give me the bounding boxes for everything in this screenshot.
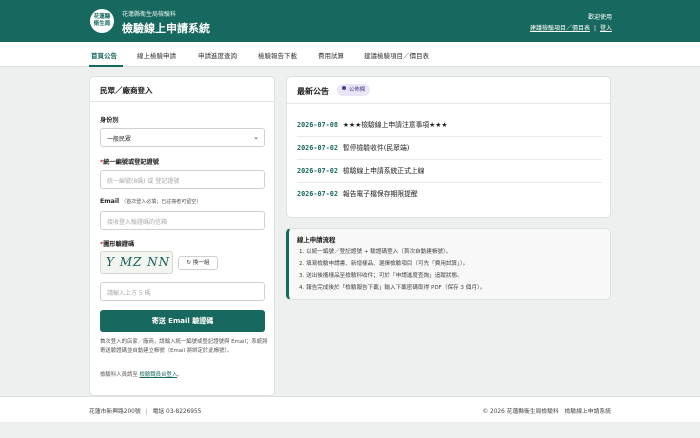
announcement-item[interactable]: 2026-07-02 暫停檢驗收件(民眾端) [297, 137, 602, 160]
login-card: 民眾／廠商登入 身份別 一般民眾 ⌄ *統一編號或登記證號 統一編號(8碼) 或… [89, 76, 275, 396]
captcha-label-text: 圖形驗證碼 [103, 241, 135, 248]
application-process-box: 線上申請流程 1. 以統一編號／登記證號 + 驗證碼登入（首次自動建帳號）。 2… [286, 228, 611, 300]
welcome-text: 歡迎使用 [587, 14, 612, 21]
footer-address: 花蓮市新興路200號 [89, 409, 141, 415]
captcha-text: Y MZ NN [106, 255, 171, 269]
main-nav: 首頁公告 線上檢驗申請 申請進度查詢 檢驗報告下載 費用試算 建議檢驗項目／價目… [0, 42, 700, 67]
announcement-date: 2026-07-02 [297, 190, 338, 198]
first-login-note: 首次登入的店家／廠商，請輸入統一編號或登記證號與 Email；系統將寄送驗證碼並… [100, 339, 268, 354]
page-footer: 花蓮市新興路200號 | 電話 03-8226955 © 2026 花蓮縣衛生局檢驗… [0, 396, 700, 422]
staff-note-suffix: 。 [177, 372, 183, 378]
process-step: 3. 送出後攜樣品至檢驗科收件；可於「申請進度查詢」追蹤狀態。 [299, 273, 463, 279]
id-number-label: *統一編號或登記證號 [100, 157, 159, 166]
announcement-item[interactable]: 2026-07-08 ★★★檢驗線上申請注意事項★★★ [297, 114, 602, 137]
email-input[interactable]: 接收登入驗證碼的信箱 [100, 211, 265, 230]
process-step: 2. 填寫檢驗申請書、新增樣品、選擇檢驗項目（可先「費用試算」）。 [299, 261, 469, 267]
bulletin-badge-text: 公佈欄 [349, 87, 366, 93]
nav-online-application[interactable]: 線上檢驗申請 [137, 50, 176, 60]
captcha-label: *圖形驗證碼 [100, 239, 134, 248]
announcement-title[interactable]: 暫停檢驗收件(民眾端) [343, 144, 409, 152]
identity-label: 身份別 [100, 117, 119, 124]
email-label: Email （首次登入必填；已註冊者可留空） [100, 198, 201, 205]
process-step: 4. 報告完成後於「檢驗報告下載」輸入下載密碼取得 PDF（保存 3 個月）。 [299, 285, 486, 291]
header-subtitle: 花蓮縣衛生局檢驗科 [122, 11, 177, 18]
email-hint: （首次登入必填；已註冊者可留空） [121, 199, 202, 205]
announcement-item[interactable]: 2026-07-02 檢驗線上申請系統正式上線 [297, 160, 602, 183]
announcement-date: 2026-07-08 [297, 121, 338, 129]
announcement-item[interactable]: 2026-07-02 報告電子檔保存期限提醒 [297, 183, 602, 206]
send-verification-button[interactable]: 寄送 Email 驗證碼 [100, 310, 265, 332]
footer-contact: 花蓮市新興路200號 | 電話 03-8226955 [89, 406, 201, 415]
announcement-title[interactable]: 報告電子檔保存期限提醒 [343, 190, 418, 198]
bulletin-badge: 公佈欄 [337, 84, 371, 96]
process-step: 1. 以統一編號／登記證號 + 驗證碼登入（首次自動建帳號）。 [299, 249, 452, 255]
logo-line-1: 花蓮縣 [93, 14, 111, 20]
announcements-title: 最新公告 [297, 87, 329, 96]
nav-home-announcements[interactable]: 首頁公告 [91, 50, 117, 60]
nav-progress-query[interactable]: 申請進度查詢 [198, 50, 237, 60]
header-link-login[interactable]: 登入 [600, 25, 612, 32]
divider [90, 101, 274, 102]
staff-note-prefix: 檢驗科人員請至 [100, 372, 138, 378]
staff-login-link[interactable]: 檢驗職員台登入 [139, 372, 177, 378]
divider [287, 103, 610, 104]
refresh-captcha-button[interactable]: ↻ 換一組 [178, 256, 218, 270]
announcement-title[interactable]: 檢驗線上申請系統正式上線 [343, 167, 425, 175]
announcement-title[interactable]: ★★★檢驗線上申請注意事項★★★ [343, 121, 448, 129]
top-header: 花蓮縣 衛生局 花蓮縣衛生局檢驗科 檢驗線上申請系統 歡迎使用 建議檢驗項目／價… [0, 0, 700, 42]
announcements-card: 最新公告 公佈欄 2026-07-08 ★★★檢驗線上申請注意事項★★★ 2026… [286, 76, 611, 218]
nav-fee-calculation[interactable]: 費用試算 [318, 50, 344, 60]
identity-select-value: 一般民眾 [107, 136, 132, 143]
process-title: 線上申請流程 [297, 236, 336, 244]
dot-icon [342, 86, 346, 90]
email-label-text: Email [100, 198, 120, 205]
id-number-label-text: 統一編號或登記證號 [103, 159, 159, 166]
identity-select[interactable]: 一般民眾 ⌄ [100, 128, 265, 147]
header-links: 建議檢驗項目／價目表 | 登入 [530, 23, 612, 32]
nav-report-download[interactable]: 檢驗報告下載 [258, 50, 297, 60]
site-title[interactable]: 檢驗線上申請系統 [122, 20, 210, 36]
announcement-date: 2026-07-02 [297, 167, 338, 175]
announcement-date: 2026-07-02 [297, 144, 338, 152]
chevron-down-icon: ⌄ [253, 133, 259, 141]
link-separator: | [593, 25, 596, 32]
footer-phone: 電話 03-8226955 [152, 409, 202, 415]
nav-active-indicator [89, 65, 123, 67]
footer-copyright: © 2026 花蓮縣衛生局檢驗科 檢驗線上申請系統 [482, 409, 611, 415]
captcha-image: Y MZ NN [100, 251, 173, 274]
captcha-input[interactable]: 請輸入上方 5 碼 [100, 282, 265, 301]
footer-separator: | [145, 409, 148, 415]
logo-line-2: 衛生局 [93, 21, 111, 27]
staff-login-note: 檢驗科人員請至 檢驗職員台登入。 [100, 371, 268, 380]
id-number-input[interactable]: 統一編號(8碼) 或 登記證號 [100, 170, 265, 189]
login-title: 民眾／廠商登入 [100, 86, 153, 95]
health-bureau-logo[interactable]: 花蓮縣 衛生局 [90, 9, 114, 33]
header-link-price-list[interactable]: 建議檢驗項目／價目表 [530, 25, 590, 32]
nav-price-list[interactable]: 建議檢驗項目／價目表 [364, 50, 429, 60]
